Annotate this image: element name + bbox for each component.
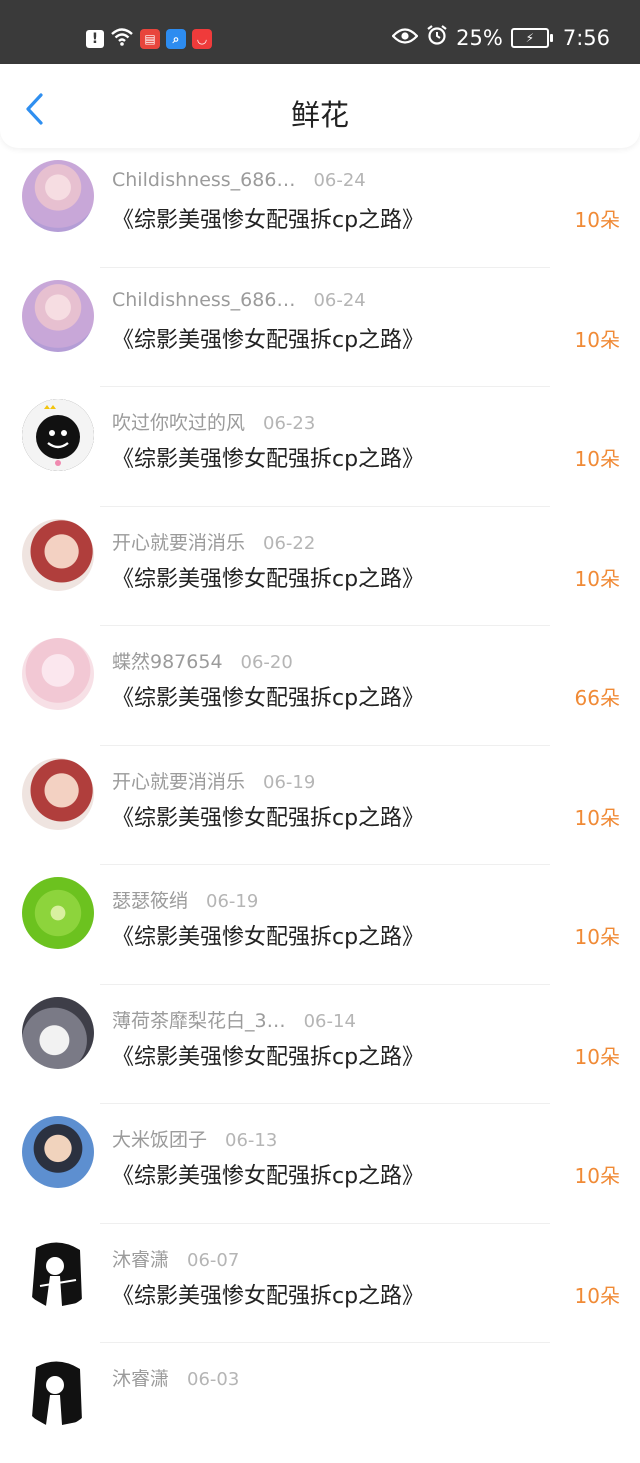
user-name[interactable]: Childishness_686… bbox=[112, 289, 295, 311]
gift-date: 06-23 bbox=[263, 413, 316, 434]
list-item[interactable]: 大米饭团子 06-13 《综影美强惨女配强拆cp之路》 10朵 bbox=[0, 1104, 640, 1224]
page-title: 鲜花 bbox=[290, 98, 349, 132]
book-title: 《综影美强惨女配强拆cp之路》 bbox=[112, 925, 425, 950]
book-title: 《综影美强惨女配强拆cp之路》 bbox=[112, 686, 425, 711]
gift-date: 06-07 bbox=[187, 1249, 240, 1271]
avatar bbox=[22, 996, 94, 1069]
gift-date: 06-24 bbox=[313, 170, 366, 191]
list-item[interactable]: 开心就要消消乐 06-22 《综影美强惨女配强拆cp之路》 10朵 bbox=[0, 507, 640, 626]
list-item[interactable]: Childishness_686… 06-24 《综影美强惨女配强拆cp之路》 1… bbox=[0, 148, 640, 268]
flower-count: 10朵 bbox=[574, 327, 620, 352]
book-title: 《综影美强惨女配强拆cp之路》 bbox=[112, 447, 425, 472]
book-title: 《综影美强惨女配强拆cp之路》 bbox=[112, 208, 425, 233]
gift-date: 06-14 bbox=[303, 1010, 356, 1032]
battery-charging-icon: ⚡ bbox=[510, 27, 553, 48]
user-name[interactable]: 开心就要消消乐 bbox=[112, 771, 245, 793]
list-item[interactable]: 沐睿潇 06-07 《综影美强惨女配强拆cp之路》 10朵 bbox=[0, 1224, 640, 1343]
list-item[interactable]: 瑟瑟筱绡 06-19 《综影美强惨女配强拆cp之路》 10朵 bbox=[0, 865, 640, 985]
book-title: 《综影美强惨女配强拆cp之路》 bbox=[112, 566, 425, 592]
avatar bbox=[22, 1116, 94, 1188]
avatar bbox=[22, 1355, 94, 1427]
top-nav-bar: 鲜花 bbox=[0, 64, 640, 148]
flower-count: 10朵 bbox=[574, 1164, 620, 1188]
book-title: 《综影美强惨女配强拆cp之路》 bbox=[112, 1283, 425, 1309]
status-system-icons: 25% ⚡ 7:56 bbox=[391, 24, 610, 51]
list-item[interactable]: Childishness_686… 06-24 《综影美强惨女配强拆cp之路》 1… bbox=[0, 268, 640, 387]
warning-icon: ! bbox=[86, 30, 104, 48]
avatar bbox=[22, 877, 94, 949]
book-title: 《综影美强惨女配强拆cp之路》 bbox=[112, 327, 425, 353]
flower-count: 10朵 bbox=[574, 566, 620, 591]
user-name[interactable]: Childishness_686… bbox=[112, 169, 295, 191]
gift-date: 06-22 bbox=[263, 532, 316, 554]
flower-gift-list: Childishness_686… 06-24 《综影美强惨女配强拆cp之路》 1… bbox=[0, 148, 640, 1463]
wifi-icon bbox=[110, 27, 134, 51]
status-notification-icons: ! ▤ ⌕ ◡ bbox=[86, 27, 212, 51]
flower-count: 10朵 bbox=[574, 1283, 620, 1308]
user-name[interactable]: 开心就要消消乐 bbox=[112, 532, 245, 554]
user-name[interactable]: 薄荷茶靡梨花白_3… bbox=[112, 1010, 286, 1032]
list-item[interactable]: 吹过你吹过的风 06-23 《综影美强惨女配强拆cp之路》 10朵 bbox=[0, 387, 640, 507]
battery-percent: 25% bbox=[456, 25, 503, 50]
avatar bbox=[22, 757, 94, 830]
eye-icon bbox=[391, 26, 419, 50]
list-item[interactable]: 沐睿潇 06-03 bbox=[0, 1343, 640, 1463]
avatar bbox=[22, 518, 94, 591]
list-item[interactable]: 开心就要消消乐 06-19 《综影美强惨女配强拆cp之路》 10朵 bbox=[0, 746, 640, 865]
gift-date: 06-19 bbox=[263, 771, 316, 793]
avatar bbox=[22, 160, 94, 232]
shop-app-icon: ◡ bbox=[192, 29, 212, 49]
user-name[interactable]: 瑟瑟筱绡 bbox=[112, 890, 188, 912]
gift-date: 06-13 bbox=[225, 1130, 278, 1151]
book-title: 《综影美强惨女配强拆cp之路》 bbox=[112, 805, 425, 831]
status-bar: ! ▤ ⌕ ◡ 25% ⚡ 7:56 bbox=[0, 0, 640, 64]
list-item[interactable]: 蝶然987654 06-20 《综影美强惨女配强拆cp之路》 66朵 bbox=[0, 626, 640, 746]
flower-count: 10朵 bbox=[574, 208, 620, 232]
search-app-icon: ⌕ bbox=[166, 29, 186, 49]
gift-date: 06-20 bbox=[240, 652, 293, 673]
clock-time: 7:56 bbox=[562, 25, 610, 50]
book-title: 《综影美强惨女配强拆cp之路》 bbox=[112, 1164, 425, 1189]
avatar bbox=[22, 1235, 94, 1308]
gift-date: 06-19 bbox=[206, 891, 259, 912]
book-app-icon: ▤ bbox=[140, 29, 160, 49]
avatar bbox=[22, 638, 94, 710]
flower-count: 66朵 bbox=[574, 686, 620, 710]
alarm-icon bbox=[426, 24, 448, 51]
avatar bbox=[22, 279, 94, 352]
book-title: 《综影美强惨女配强拆cp之路》 bbox=[112, 1044, 425, 1070]
flower-count: 10朵 bbox=[574, 925, 620, 949]
user-name[interactable]: 吹过你吹过的风 bbox=[112, 412, 245, 434]
flower-count: 10朵 bbox=[574, 447, 620, 471]
flower-count: 10朵 bbox=[574, 805, 620, 830]
avatar bbox=[22, 399, 94, 471]
flower-count: 10朵 bbox=[574, 1044, 620, 1069]
user-name[interactable]: 蝶然987654 bbox=[112, 651, 223, 673]
gift-date: 06-24 bbox=[313, 289, 366, 311]
user-name[interactable]: 沐睿潇 bbox=[112, 1249, 169, 1271]
user-name[interactable]: 大米饭团子 bbox=[112, 1129, 207, 1151]
list-item[interactable]: 薄荷茶靡梨花白_3… 06-14 《综影美强惨女配强拆cp之路》 10朵 bbox=[0, 985, 640, 1104]
